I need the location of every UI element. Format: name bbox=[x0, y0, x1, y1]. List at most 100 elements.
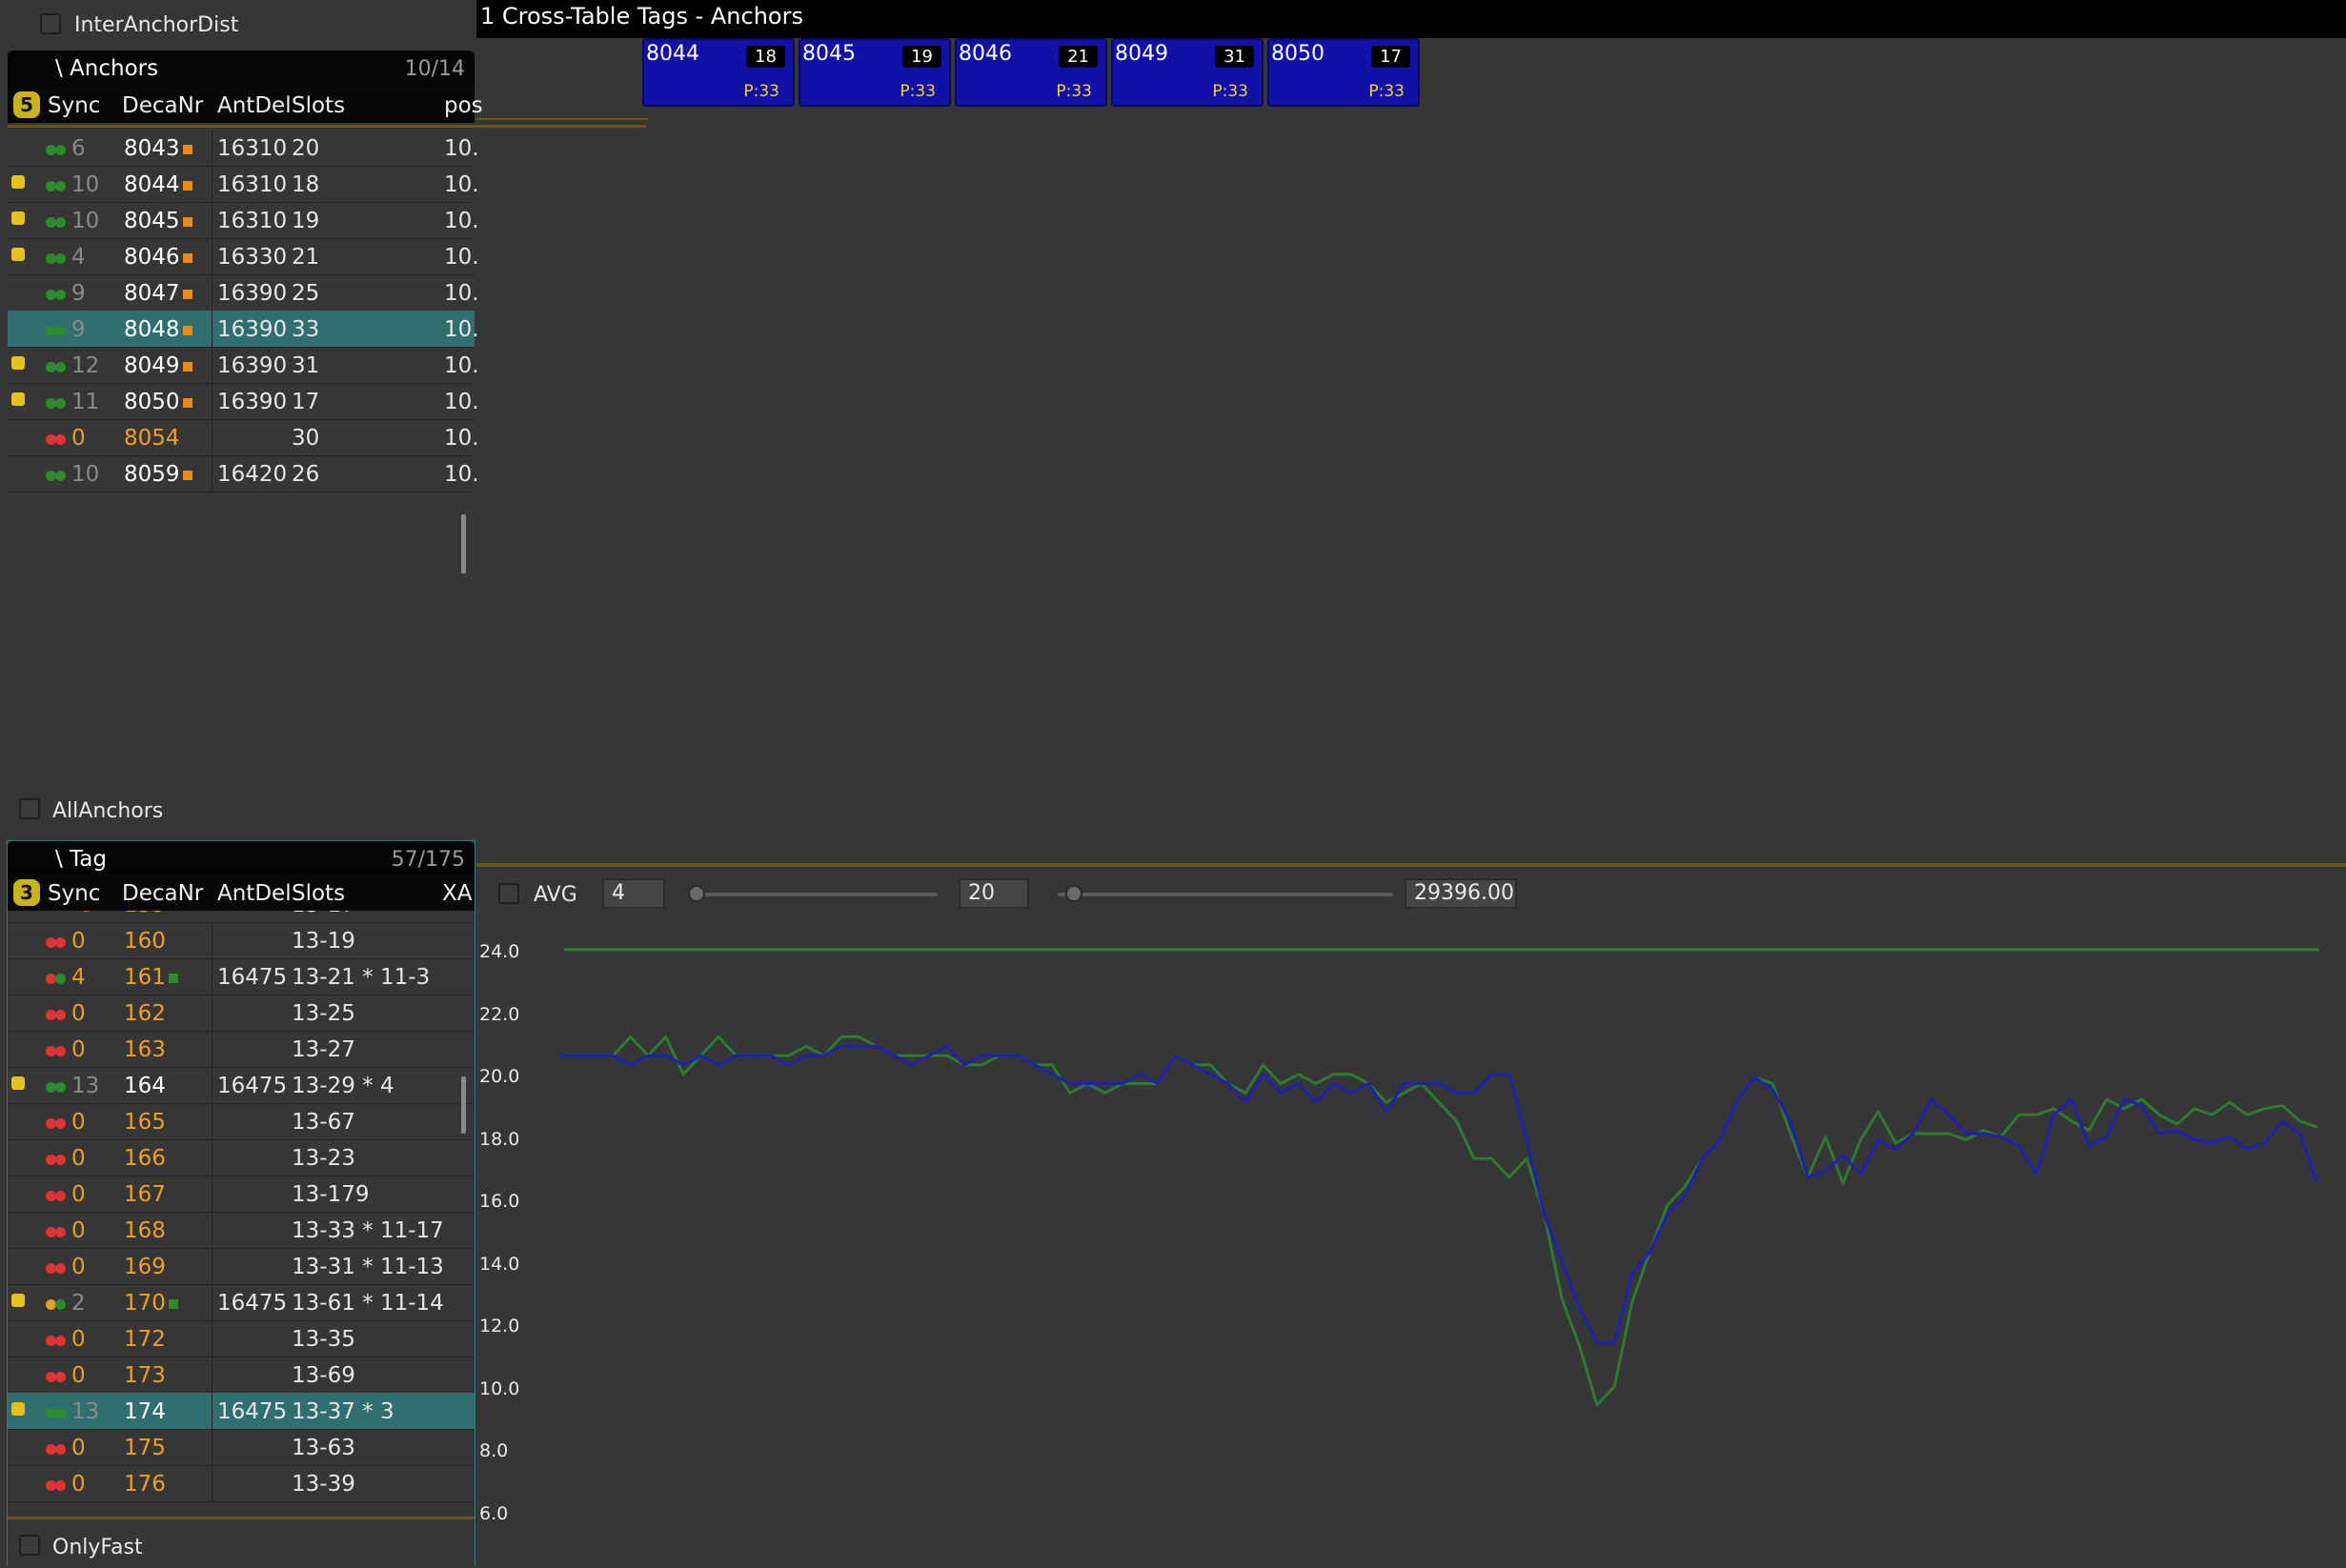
row-sync: 0 bbox=[71, 1037, 86, 1062]
status-dot bbox=[55, 1010, 66, 1020]
status-square-icon bbox=[182, 397, 192, 408]
row-sync: 0 bbox=[71, 426, 86, 451]
col-slots[interactable]: Slots bbox=[292, 881, 345, 906]
anchor-tile[interactable]: 8046 21 P:33 bbox=[955, 38, 1107, 107]
avg-slider-track[interactable] bbox=[688, 893, 938, 896]
table-row[interactable]: 0 166 13-23 bbox=[8, 1139, 475, 1176]
tile-p-value: P:33 bbox=[900, 82, 936, 101]
row-antdel: 16475 bbox=[217, 1399, 288, 1424]
inter-anchor-dist-checkbox[interactable] bbox=[40, 13, 61, 34]
row-decanr: 8054 bbox=[124, 426, 180, 451]
table-row[interactable]: 11 8050 16390 17 10. bbox=[8, 383, 479, 420]
row-slots: 13-67 bbox=[292, 1110, 355, 1135]
row-slots: 13-37 * 3 bbox=[292, 1399, 394, 1424]
row-antdel: 16310 bbox=[217, 136, 288, 161]
row-decanr: 176 bbox=[124, 1472, 166, 1497]
col-antdel[interactable]: AntDel bbox=[217, 881, 292, 906]
table-row[interactable]: 13 174 16475 13-37 * 3 bbox=[8, 1393, 475, 1430]
table-row[interactable]: 9 8047 16390 25 10. bbox=[8, 274, 479, 312]
table-row[interactable]: 0 173 13-69 bbox=[8, 1357, 475, 1394]
table-row[interactable]: 10 8044 16310 18 10. bbox=[8, 166, 479, 203]
avg-slider-knob[interactable] bbox=[688, 885, 705, 902]
table-row[interactable]: 2 170 16475 13-61 * 11-14 bbox=[8, 1284, 475, 1321]
table-row[interactable]: 0 169 13-31 * 11-13 bbox=[8, 1248, 475, 1285]
row-antdel: 16475 bbox=[217, 965, 288, 990]
table-row[interactable]: 0 8054 30 10. bbox=[8, 419, 479, 456]
decanr-value: 172 bbox=[124, 1327, 166, 1352]
row-sync: 12 bbox=[71, 353, 100, 378]
table-row[interactable]: 10 8059 16420 26 10. bbox=[8, 455, 479, 493]
row-slots: 13-179 bbox=[292, 1182, 370, 1207]
table-row[interactable]: 0 168 13-33 * 11-17 bbox=[8, 1212, 475, 1249]
tile-slot-badge: 31 bbox=[1215, 46, 1254, 68]
row-slots: 25 bbox=[292, 281, 320, 306]
col-decanr[interactable]: DecaNr bbox=[122, 93, 203, 118]
scale-slider-knob[interactable] bbox=[1065, 885, 1082, 902]
row-pos: 10. bbox=[444, 136, 479, 161]
col-decanr[interactable]: DecaNr bbox=[122, 881, 203, 906]
tile-slot-badge: 18 bbox=[746, 46, 785, 68]
table-row[interactable]: 0 160 13-19 bbox=[8, 922, 475, 959]
table-row[interactable]: 6 8043 16310 20 10. bbox=[8, 130, 479, 167]
series-line bbox=[560, 1035, 2318, 1407]
col-sync[interactable]: Sync bbox=[48, 881, 100, 906]
table-row[interactable]: 0 176 13-39 bbox=[8, 1465, 475, 1502]
decanr-value: 8045 bbox=[124, 209, 180, 233]
row-decanr: 168 bbox=[124, 1218, 166, 1243]
row-pos: 10. bbox=[444, 353, 479, 378]
status-square-icon bbox=[182, 252, 192, 263]
status-dot bbox=[55, 434, 66, 445]
table-row[interactable]: 0 165 13-67 bbox=[8, 1103, 475, 1140]
anchors-scrollbar[interactable] bbox=[461, 514, 466, 573]
anchors-column-header[interactable]: 5 Sync DecaNr AntDel Slots pos bbox=[8, 87, 483, 123]
row-decanr: 167 bbox=[124, 1182, 166, 1207]
tag-panel-title: \ Tag bbox=[55, 847, 107, 872]
row-marker bbox=[11, 356, 25, 370]
table-row[interactable]: 0 163 13-27 bbox=[8, 1031, 475, 1068]
decanr-value: 160 bbox=[124, 929, 166, 954]
line-chart bbox=[560, 948, 2319, 1407]
row-decanr: 172 bbox=[124, 1327, 166, 1352]
scale-slider-track[interactable] bbox=[1058, 893, 1393, 896]
anchor-tile[interactable]: 8049 31 P:33 bbox=[1111, 38, 1264, 107]
only-fast-checkbox[interactable] bbox=[19, 1535, 40, 1556]
col-sync[interactable]: Sync bbox=[48, 93, 100, 118]
tile-anchor-id: 8045 bbox=[802, 42, 856, 66]
inter-anchor-dist-label: InterAnchorDist bbox=[74, 13, 239, 37]
col-antdel[interactable]: AntDel bbox=[217, 93, 292, 118]
row-pos: 10. bbox=[444, 281, 479, 306]
status-dot bbox=[55, 181, 66, 191]
table-row[interactable]: 13 164 16475 13-29 * 4 bbox=[8, 1067, 475, 1104]
all-anchors-label: AllAnchors bbox=[52, 799, 164, 823]
status-square-icon bbox=[168, 1298, 178, 1309]
table-row[interactable]: 0 172 13-35 bbox=[8, 1320, 475, 1357]
row-decanr: 8049 bbox=[124, 353, 192, 378]
anchor-tile[interactable]: 8044 18 P:33 bbox=[642, 38, 795, 107]
row-slots: 13-61 * 11-14 bbox=[292, 1291, 444, 1316]
anchor-tile[interactable]: 8045 19 P:33 bbox=[799, 38, 951, 107]
tag-column-header[interactable]: 3 Sync DecaNr AntDel Slots XA bbox=[8, 874, 475, 911]
table-row[interactable]: 0 162 13-25 bbox=[8, 995, 475, 1032]
tile-p-value: P:33 bbox=[1056, 82, 1092, 101]
avg-checkbox[interactable] bbox=[498, 883, 519, 904]
col-pos[interactable]: pos bbox=[444, 93, 483, 118]
table-row[interactable]: 12 8049 16390 31 10. bbox=[8, 347, 479, 384]
row-decanr: 8044 bbox=[124, 172, 192, 197]
pane-splitter[interactable] bbox=[476, 863, 2346, 867]
decanr-value: 8043 bbox=[124, 136, 180, 161]
tile-slot-badge: 19 bbox=[902, 46, 941, 68]
table-row[interactable]: 4 161 16475 13-21 * 11-3 bbox=[8, 958, 475, 995]
tag-scrollbar[interactable] bbox=[461, 1076, 466, 1134]
decanr-value: 163 bbox=[124, 1037, 166, 1062]
status-dot bbox=[55, 1444, 66, 1455]
table-row[interactable]: 9 8048 16390 33 10. bbox=[8, 311, 479, 348]
table-row[interactable]: 4 8046 16330 21 10. bbox=[8, 238, 479, 275]
anchor-tile[interactable]: 8050 17 P:33 bbox=[1267, 38, 1420, 107]
col-slots[interactable]: Slots bbox=[292, 93, 345, 118]
col-xa[interactable]: XA bbox=[442, 881, 473, 906]
table-row[interactable]: 0 175 13-63 bbox=[8, 1429, 475, 1466]
table-row[interactable]: 0 167 13-179 bbox=[8, 1176, 475, 1213]
all-anchors-checkbox[interactable] bbox=[19, 798, 40, 819]
row-marker bbox=[11, 248, 25, 261]
table-row[interactable]: 10 8045 16310 19 10. bbox=[8, 202, 479, 239]
